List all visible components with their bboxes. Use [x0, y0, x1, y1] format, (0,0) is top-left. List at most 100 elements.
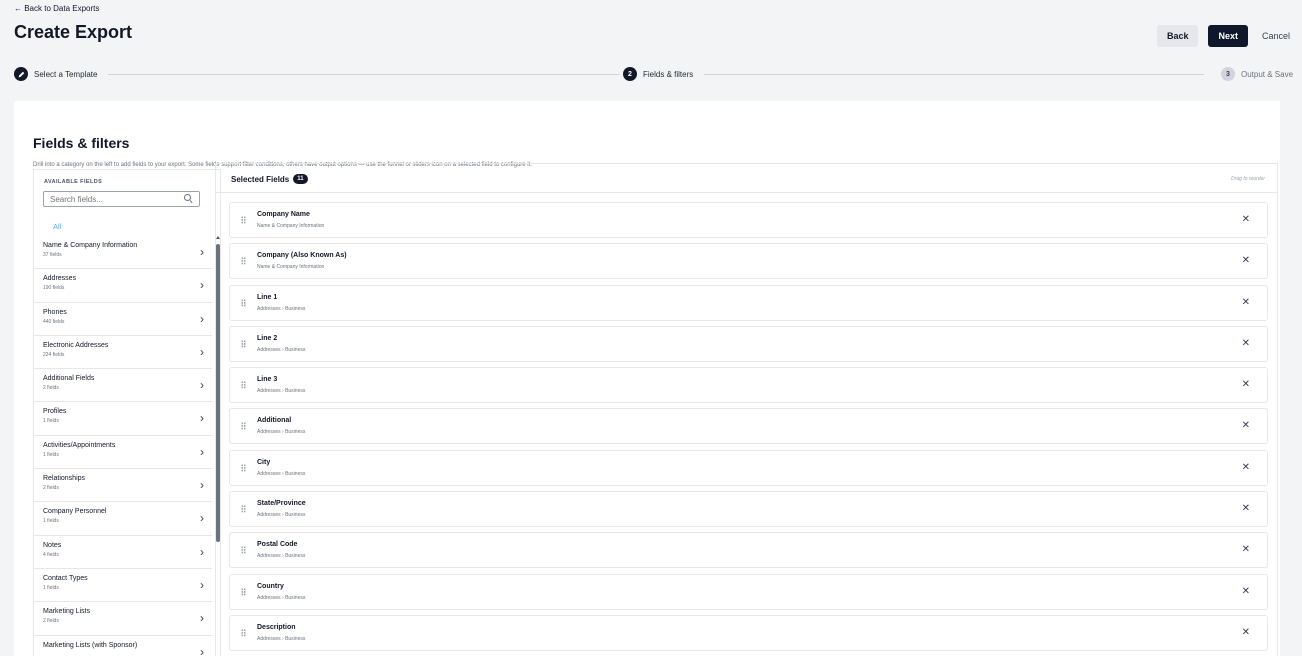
category-name: Contact Types	[43, 574, 88, 582]
category-name: Addresses	[43, 275, 77, 283]
drag-hint: Drag to reorder	[1231, 176, 1265, 182]
category-name: Activities/Appointments	[43, 441, 116, 449]
close-icon[interactable]: ✕	[1242, 627, 1250, 638]
drag-handle-icon[interactable]	[241, 587, 246, 596]
category-count: 1 fields	[43, 584, 59, 591]
category-item[interactable]: Notes 4 fields ›	[34, 536, 212, 569]
category-item[interactable]: Name & Company Information 37 fields ›	[34, 236, 212, 270]
close-icon[interactable]: ✕	[1242, 545, 1250, 555]
category-item[interactable]: Company Personnel 1 fields ›	[34, 502, 212, 536]
section-title: Fields & filters	[33, 135, 130, 151]
close-icon[interactable]: ✕	[1242, 256, 1250, 266]
category-item[interactable]: Addresses 190 fields ›	[34, 269, 212, 303]
drag-handle-icon[interactable]	[241, 628, 246, 637]
drag-handle-icon[interactable]	[241, 546, 246, 555]
step-connector	[108, 74, 620, 75]
close-icon[interactable]: ✕	[1242, 380, 1250, 390]
selected-count-badge: 11	[293, 174, 308, 184]
category-item[interactable]: Marketing Lists (with Sponsor) ›	[34, 636, 212, 656]
category-item[interactable]: Marketing Lists 2 fields ›	[34, 602, 212, 636]
category-item[interactable]: Phones 440 fields ›	[34, 303, 212, 336]
category-item[interactable]: Electronic Addresses 224 fields ›	[34, 336, 212, 370]
category-list: Name & Company Information 37 fields › Add…	[34, 236, 212, 656]
back-link-label: ← Back to Data Exports	[14, 4, 100, 13]
drag-handle-icon[interactable]	[241, 257, 246, 266]
next-button[interactable]: Next	[1208, 25, 1248, 47]
search-input[interactable]	[50, 194, 184, 204]
field-name: State/Province	[257, 500, 306, 508]
selected-field-row[interactable]: Postal Code Addresses › Business ✕	[229, 532, 1268, 569]
close-icon[interactable]: ✕	[1242, 504, 1250, 514]
close-icon[interactable]: ✕	[1242, 462, 1250, 473]
selected-title-label: Selected Fields	[231, 174, 290, 184]
selected-fields-title: Selected Fields 11	[231, 174, 308, 184]
drag-handle-icon[interactable]	[241, 422, 246, 431]
selected-field-row[interactable]: Description Addresses › Business ✕	[229, 614, 1268, 651]
selected-field-row[interactable]: Line 1 Addresses › Business ✕	[229, 284, 1268, 321]
close-icon[interactable]: ✕	[1242, 421, 1250, 431]
selected-field-row[interactable]: Country Addresses › Business ✕	[229, 573, 1268, 610]
field-path: Addresses › Business	[257, 594, 306, 601]
category-count: 2 fields	[43, 618, 59, 625]
close-icon[interactable]: ✕	[1242, 215, 1250, 225]
selected-field-row[interactable]: State/Province Addresses › Business ✕	[229, 491, 1268, 528]
drag-handle-icon[interactable]	[241, 298, 246, 307]
pencil-icon	[14, 67, 28, 81]
category-name: Relationships	[43, 475, 86, 483]
category-item[interactable]: Activities/Appointments 1 fields ›	[34, 436, 212, 470]
field-name: Line 1	[257, 293, 278, 301]
category-count: 440 fields	[43, 318, 65, 325]
chevron-right-icon: ›	[200, 577, 204, 592]
chevron-right-icon: ›	[200, 245, 204, 259]
drag-handle-icon[interactable]	[241, 381, 246, 390]
category-item[interactable]: Relationships 2 fields ›	[34, 469, 212, 503]
drag-handle-icon[interactable]	[241, 463, 246, 472]
tab-all[interactable]: All	[53, 222, 61, 231]
field-name: Postal Code	[257, 541, 298, 549]
field-path: Addresses › Business	[257, 388, 306, 395]
selected-field-row[interactable]: Line 2 Addresses › Business ✕	[229, 325, 1268, 362]
category-name: Notes	[43, 541, 62, 549]
chevron-right-icon: ›	[200, 278, 204, 293]
drag-handle-icon[interactable]	[241, 216, 246, 224]
search-icon[interactable]	[183, 194, 193, 204]
category-name: Profiles	[43, 408, 67, 416]
chevron-right-icon: ›	[200, 611, 204, 626]
close-icon[interactable]: ✕	[1242, 586, 1250, 597]
selected-field-row[interactable]: Additional Addresses › Business ✕	[229, 408, 1268, 445]
selected-field-row[interactable]: City Addresses › Business ✕	[229, 449, 1268, 486]
step-fields-filters[interactable]: 2 Fields & filters	[623, 67, 693, 81]
chevron-right-icon: ›	[200, 511, 204, 526]
search-field-box[interactable]	[43, 191, 200, 207]
chevron-right-icon: ›	[200, 378, 204, 393]
selected-field-row[interactable]: Line 3 Addresses › Business ✕	[229, 367, 1268, 404]
selected-fields-header: Selected Fields 11 Drag to reorder	[216, 164, 1277, 193]
drag-handle-icon[interactable]	[241, 339, 246, 348]
cancel-button[interactable]: Cancel	[1258, 25, 1294, 47]
back-button[interactable]: Back	[1156, 25, 1199, 47]
chevron-right-icon: ›	[200, 411, 204, 426]
step-select-template[interactable]: Select a Template	[14, 67, 97, 81]
drag-handle-icon[interactable]	[241, 505, 246, 514]
category-count: 4 fields	[43, 551, 59, 558]
field-name: Company Name	[257, 211, 310, 218]
step-label: Select a Template	[34, 69, 98, 79]
category-item[interactable]: Additional Fields 2 fields ›	[34, 369, 212, 403]
close-icon[interactable]: ✕	[1242, 338, 1250, 349]
category-count: 1 fields	[43, 418, 59, 425]
step-output-save[interactable]: 3 Output & Save	[1221, 67, 1293, 81]
step-connector	[704, 74, 1204, 75]
selected-field-row[interactable]: Company (Also Known As) Name & Company In…	[229, 243, 1268, 280]
category-name: Phones	[43, 308, 67, 316]
close-icon[interactable]: ✕	[1242, 297, 1250, 308]
field-path: Addresses › Business	[257, 470, 306, 477]
back-to-data-exports-link[interactable]: ← Back to Data Exports	[14, 4, 99, 13]
category-item[interactable]: Profiles 1 fields ›	[34, 402, 212, 436]
selected-field-row[interactable]: Company Name Name & Company Information ✕	[229, 202, 1268, 238]
fields-filters-card: Fields & filters Drill into a category o…	[14, 101, 1280, 656]
page-title: Create Export	[14, 22, 133, 42]
category-item[interactable]: Contact Types 1 fields ›	[34, 569, 212, 603]
available-fields-header: AVAILABLE FIELDS	[44, 179, 103, 185]
category-name: Name & Company Information	[43, 242, 138, 249]
field-path: Addresses › Business	[257, 305, 306, 312]
